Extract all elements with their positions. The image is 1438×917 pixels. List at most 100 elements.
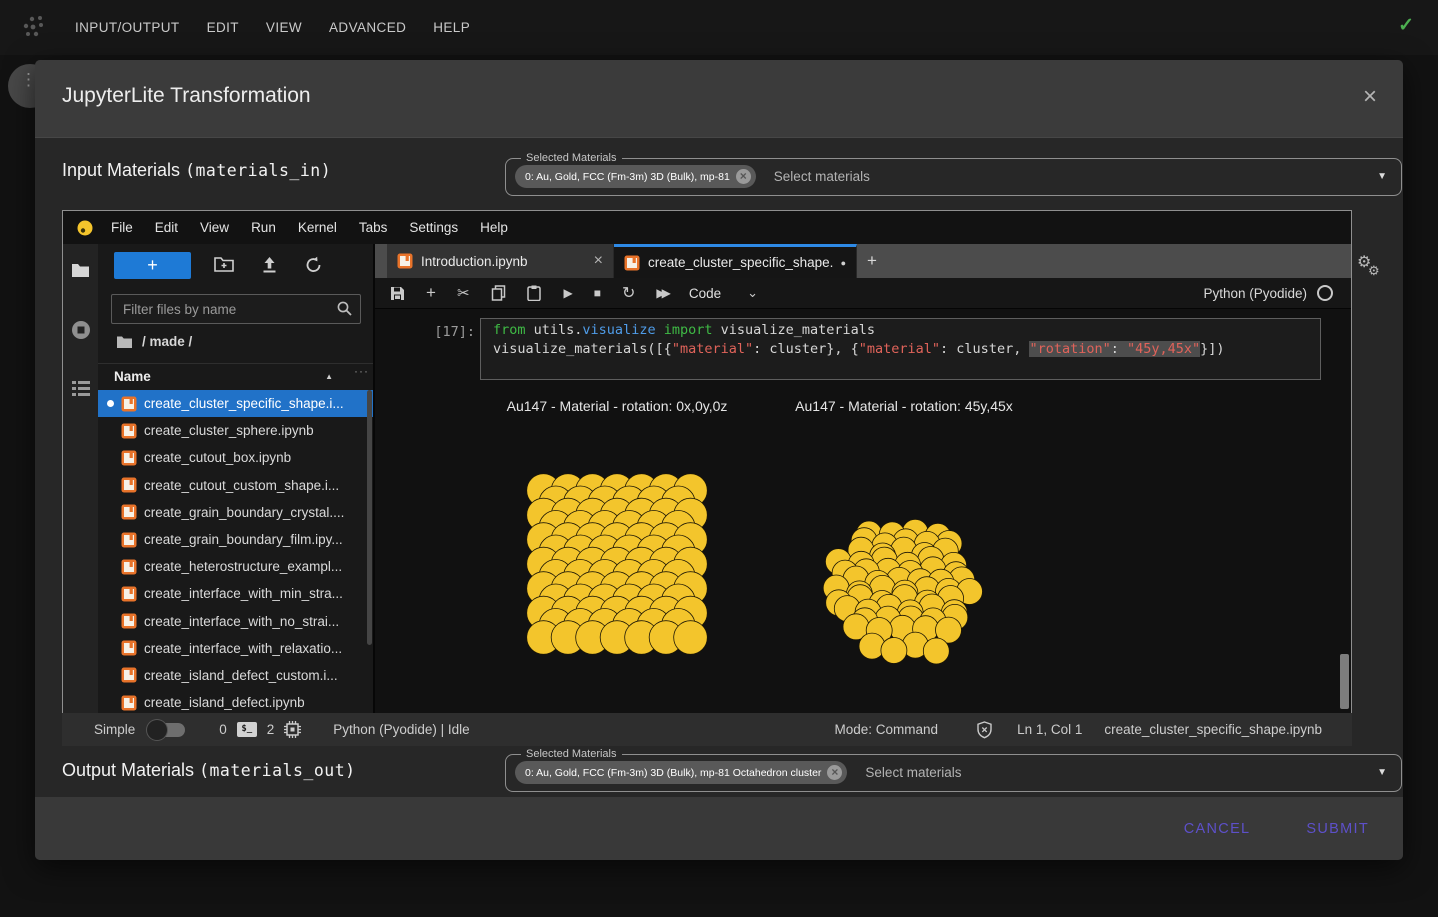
jupyter-menu-item[interactable]: Edit — [144, 220, 189, 235]
notebook-tab[interactable]: create_cluster_specific_shape.ipynb × ● — [614, 244, 857, 278]
notebook-scrollbar[interactable] — [1340, 308, 1349, 714]
new-launcher-button[interactable]: + — [114, 252, 191, 279]
jupyter-menu-item[interactable]: Help — [469, 220, 519, 235]
trust-shield-icon[interactable] — [976, 721, 993, 739]
notebook-file-icon — [121, 504, 137, 520]
file-row[interactable]: create_island_defect.ipynb — [98, 689, 373, 714]
file-list-header[interactable]: Name ▲ ··· — [98, 363, 373, 391]
terminal-count[interactable]: 0 — [219, 722, 227, 737]
file-row[interactable]: create_cluster_sphere.ipynb — [98, 417, 373, 444]
home-folder-icon[interactable] — [116, 335, 133, 349]
stop-kernel-icon[interactable]: ■ — [594, 286, 601, 300]
insert-cell-icon[interactable]: + — [426, 283, 436, 303]
file-row[interactable]: create_cutout_custom_shape.i... — [98, 472, 373, 499]
input-materials-select[interactable]: Selected Materials 0: Au, Gold, FCC (Fm-… — [505, 152, 1402, 196]
command-mode-indicator[interactable]: Mode: Command — [835, 722, 939, 737]
chip-delete-icon[interactable]: × — [736, 169, 751, 184]
save-icon[interactable] — [390, 286, 405, 301]
run-all-icon[interactable]: ▶▶ — [656, 286, 666, 300]
file-row[interactable]: create_interface_with_min_stra... — [98, 580, 373, 607]
material-chip[interactable]: 0: Au, Gold, FCC (Fm-3m) 3D (Bulk), mp-8… — [515, 761, 847, 784]
output-materials-select[interactable]: Selected Materials 0: Au, Gold, FCC (Fm-… — [505, 748, 1402, 792]
breadcrumb-path[interactable]: / made / — [142, 334, 192, 349]
app-menu-item[interactable]: VIEW — [266, 20, 302, 35]
select-materials-placeholder: Select materials — [865, 765, 961, 780]
selected-materials-legend: Selected Materials — [521, 748, 622, 760]
automation-gears-icon[interactable]: ⚙ ⚙ — [1355, 252, 1395, 292]
jupyter-menu-item[interactable]: Kernel — [287, 220, 348, 235]
app-menu-item[interactable]: HELP — [433, 20, 470, 35]
new-tab-button[interactable]: + — [857, 244, 887, 278]
header-ellipsis-icon[interactable]: ··· — [354, 364, 369, 378]
notebook-file-icon — [121, 695, 137, 711]
file-filter-input[interactable] — [121, 295, 325, 323]
cell-type-select[interactable]: Code — [689, 286, 721, 301]
file-row[interactable]: create_grain_boundary_film.ipy... — [98, 526, 373, 553]
file-row[interactable]: create_cutout_box.ipynb — [98, 444, 373, 471]
simple-mode-toggle[interactable] — [149, 723, 185, 737]
run-cell-icon[interactable]: ▶ — [564, 286, 573, 300]
jupyterlite-logo — [76, 219, 94, 237]
cut-cells-icon[interactable]: ✂ — [457, 284, 470, 302]
output-materials-label: Output Materials — [62, 760, 199, 780]
check-icon: ✓ — [1398, 14, 1414, 37]
kernel-status-icon[interactable] — [1317, 285, 1333, 301]
search-icon — [336, 300, 353, 317]
cursor-position[interactable]: Ln 1, Col 1 — [1017, 722, 1082, 737]
copy-cells-icon[interactable] — [491, 285, 506, 301]
terminal-icon[interactable]: $_ — [237, 722, 257, 737]
notebook-content: [17]: from utils.visualize import visual… — [375, 308, 1351, 714]
notebook-file-icon — [121, 667, 137, 683]
running-kernels-icon[interactable] — [71, 320, 91, 340]
notebook-file-icon — [121, 640, 137, 656]
dialog-footer: CANCEL SUBMIT — [35, 797, 1403, 860]
kernel-status-text[interactable]: Python (Pyodide) | Idle — [333, 722, 469, 737]
upload-icon[interactable] — [261, 256, 278, 274]
file-browser-icon[interactable] — [71, 262, 90, 279]
material-chip[interactable]: 0: Au, Gold, FCC (Fm-3m) 3D (Bulk), mp-8… — [515, 165, 756, 188]
close-icon[interactable]: × — [1363, 84, 1377, 110]
tab-bar: Introduction.ipynb × ● — [375, 244, 1351, 278]
jupyter-menu-item[interactable]: Run — [240, 220, 287, 235]
chevron-down-icon[interactable]: ⌄ — [747, 285, 758, 301]
dropdown-caret-icon[interactable]: ▼ — [1377, 767, 1387, 778]
app-menu-item[interactable]: ADVANCED — [329, 20, 406, 35]
paste-cells-icon[interactable] — [527, 285, 541, 301]
file-row[interactable]: create_heterostructure_exampl... — [98, 553, 373, 580]
notebook-file-icon — [121, 532, 137, 548]
jupyter-menu-item[interactable]: View — [189, 220, 240, 235]
notebook-file-icon — [397, 253, 413, 269]
notebook-file-icon — [121, 613, 137, 629]
cancel-button[interactable]: CANCEL — [1180, 815, 1255, 843]
output-materials-variable: (materials_out) — [199, 761, 356, 780]
file-row[interactable]: create_grain_boundary_crystal.... — [98, 499, 373, 526]
app-menu-item[interactable]: EDIT — [207, 20, 239, 35]
jupyter-menu-item[interactable]: Tabs — [348, 220, 399, 235]
file-list-scrollbar[interactable] — [367, 390, 372, 711]
notebook-tab[interactable]: Introduction.ipynb × ● — [387, 244, 614, 278]
selected-materials-legend: Selected Materials — [521, 152, 622, 164]
notebook-file-icon — [121, 450, 137, 466]
restart-kernel-icon[interactable]: ↻ — [622, 283, 635, 303]
tab-close-icon[interactable]: × — [594, 252, 603, 270]
file-row[interactable]: create_island_defect_custom.i... — [98, 662, 373, 689]
kernel-count[interactable]: 2 — [267, 722, 275, 737]
dropdown-caret-icon[interactable]: ▼ — [1377, 171, 1387, 182]
name-column-header[interactable]: Name — [114, 369, 151, 384]
app-logo-icon[interactable] — [18, 13, 48, 43]
jupyter-menubar: FileEditViewRunKernelTabsSettingsHelp — [63, 211, 1351, 244]
file-row[interactable]: create_cluster_specific_shape.i... — [98, 390, 373, 417]
jupyter-menu-item[interactable]: Settings — [398, 220, 469, 235]
file-row[interactable]: create_interface_with_no_strai... — [98, 608, 373, 635]
new-folder-icon[interactable] — [214, 256, 234, 273]
table-of-contents-icon[interactable] — [71, 380, 91, 397]
chip-delete-icon[interactable]: × — [827, 765, 842, 780]
refresh-icon[interactable] — [305, 256, 324, 274]
cpu-icon[interactable] — [284, 721, 301, 738]
submit-button[interactable]: SUBMIT — [1302, 815, 1373, 843]
kernel-name[interactable]: Python (Pyodide) — [1203, 286, 1307, 301]
jupyter-menus: FileEditViewRunKernelTabsSettingsHelp — [100, 220, 519, 235]
jupyter-menu-item[interactable]: File — [100, 220, 144, 235]
app-menu-item[interactable]: INPUT/OUTPUT — [75, 20, 180, 35]
file-row[interactable]: create_interface_with_relaxatio... — [98, 635, 373, 662]
